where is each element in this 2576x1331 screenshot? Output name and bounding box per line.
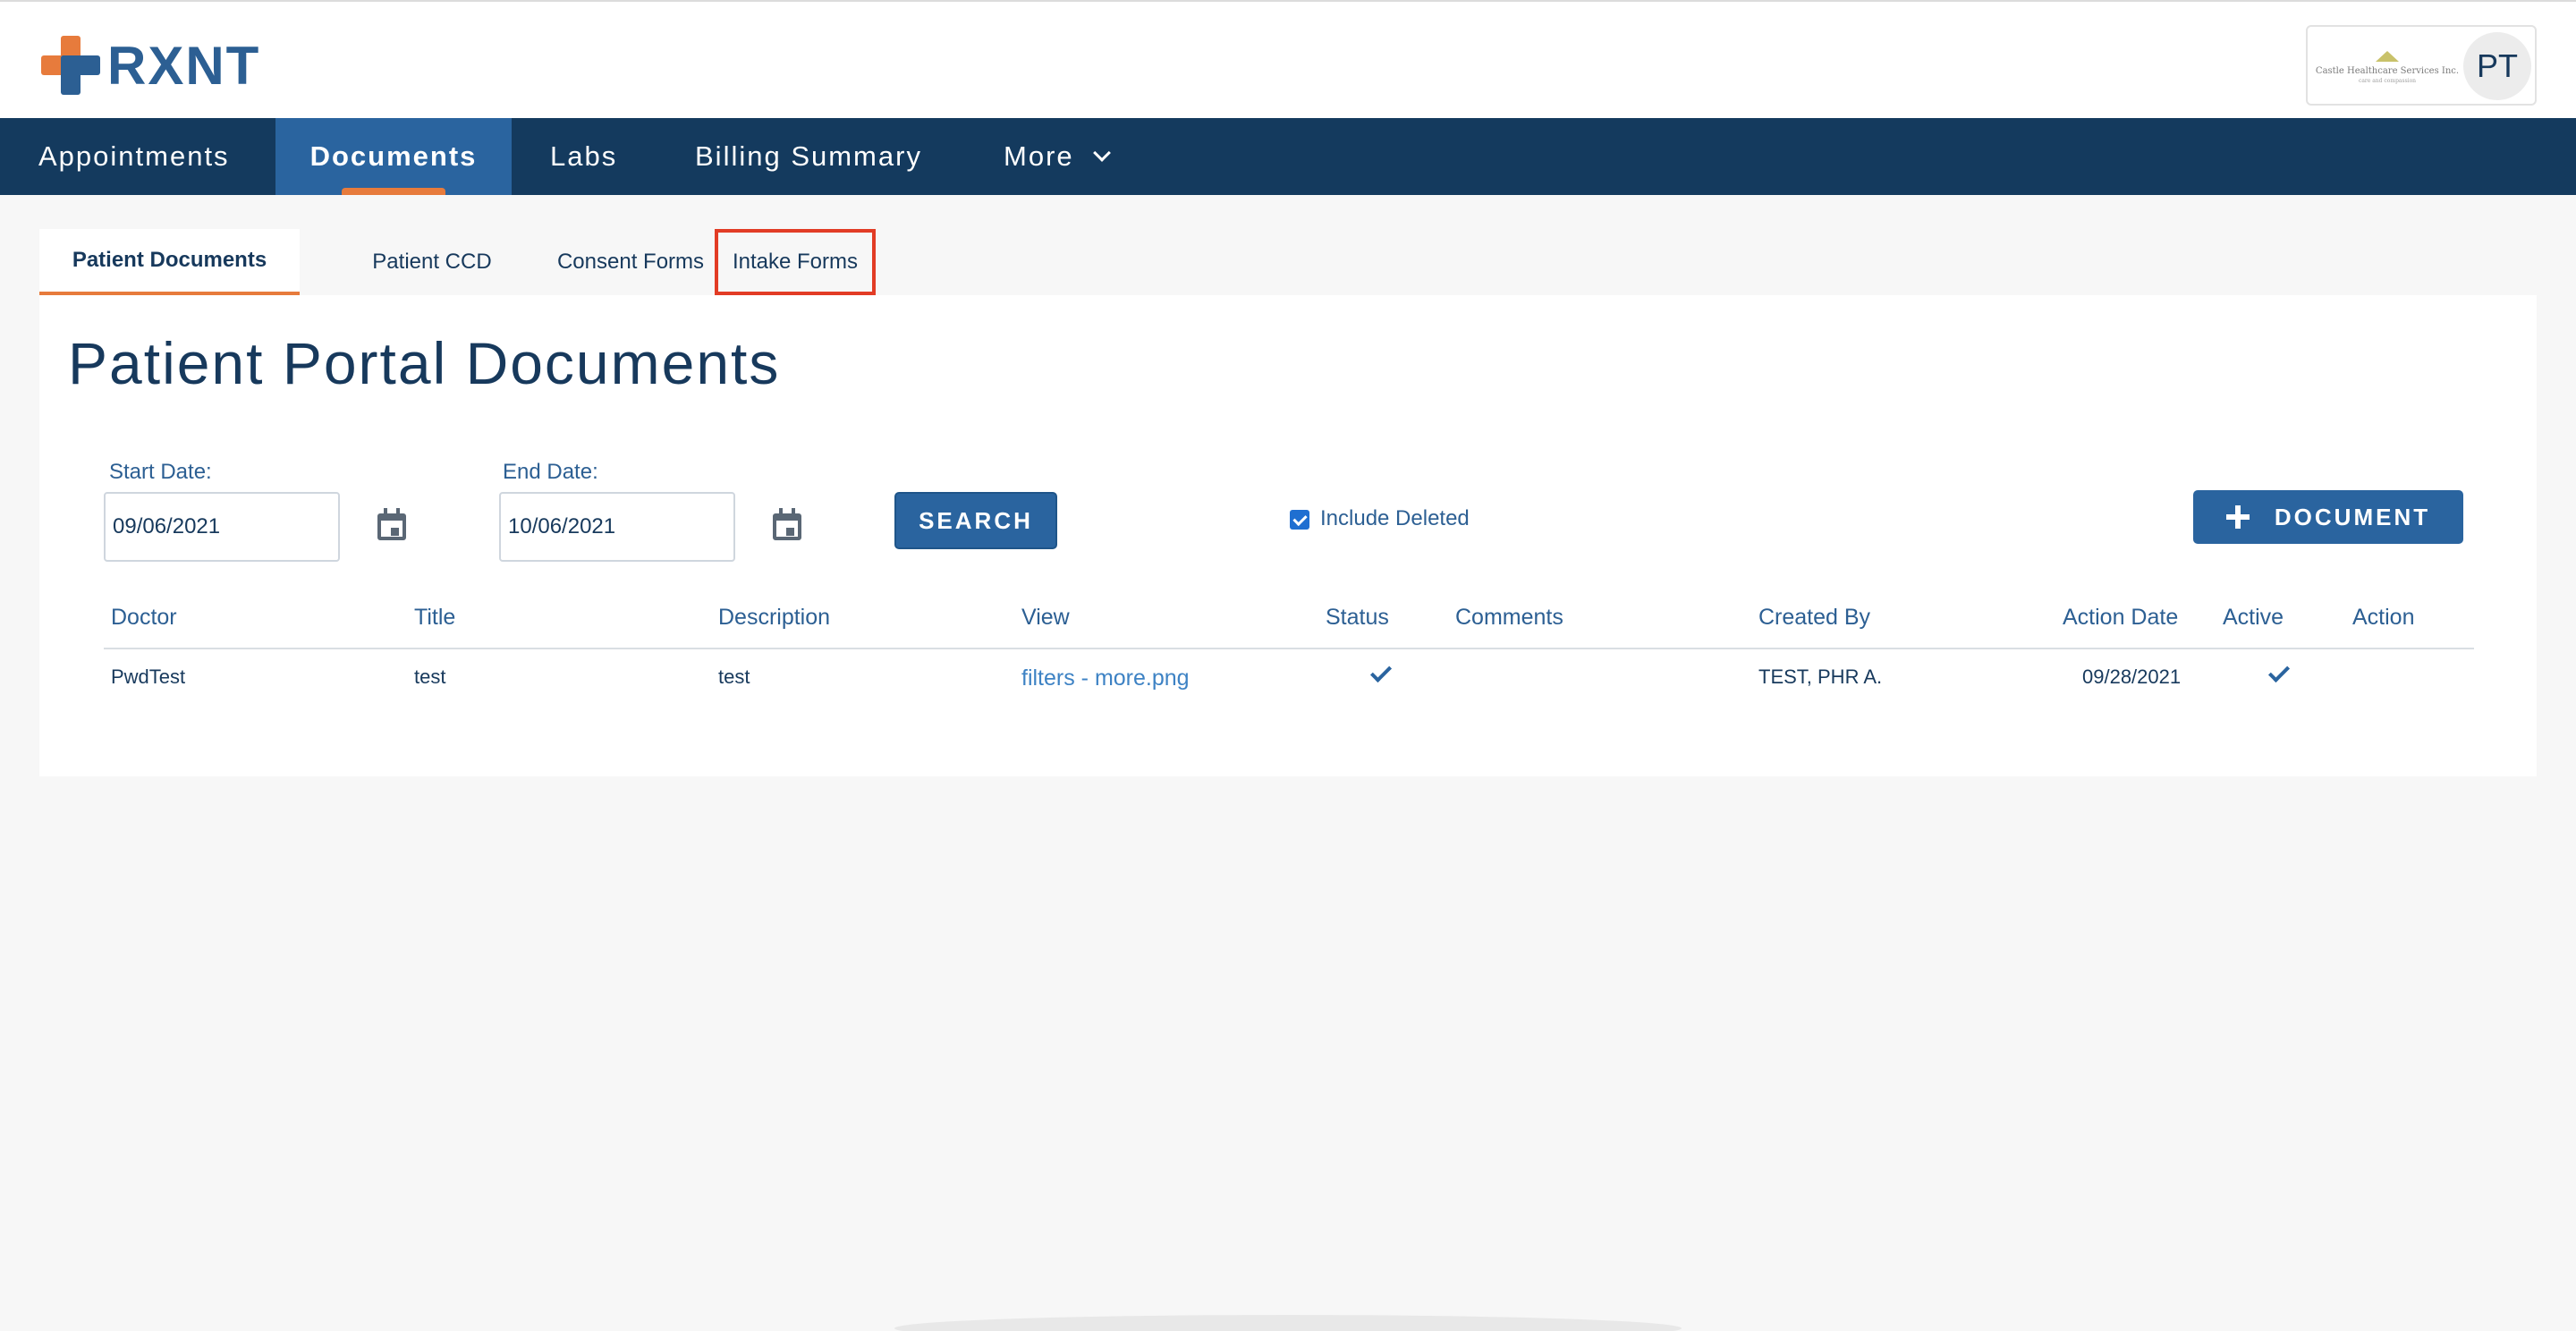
plus-icon [2225, 505, 2250, 529]
active-check-icon [2267, 660, 2291, 683]
column-header-title[interactable]: Title [414, 605, 455, 631]
organization-name: Castle Healthcare Services Inc. [2315, 65, 2460, 76]
nav-item-billing-summary[interactable]: Billing Summary [695, 118, 922, 195]
rxnt-logo[interactable]: RXNT [41, 34, 260, 97]
column-header-action-date[interactable]: Action Date [2063, 605, 2178, 631]
top-bar: RXNT Castle Healthcare Services Inc. car… [0, 0, 2576, 118]
cell-doctor: PwdTest [111, 666, 186, 688]
column-header-comments[interactable]: Comments [1455, 605, 1563, 631]
end-date-input[interactable]: 10/06/2021 [499, 492, 735, 562]
calendar-icon[interactable] [377, 508, 406, 540]
column-header-description[interactable]: Description [718, 605, 830, 631]
nav-item-appointments[interactable]: Appointments [38, 118, 230, 195]
column-header-doctor[interactable]: Doctor [111, 605, 177, 631]
bottom-shadow [894, 1315, 1682, 1331]
nav-item-more[interactable]: More [1004, 118, 1111, 195]
column-header-status[interactable]: Status [1326, 605, 1389, 631]
tab-intake-forms[interactable]: Intake Forms [715, 229, 876, 295]
avatar[interactable]: PT [2463, 32, 2531, 100]
add-document-label: DOCUMENT [2274, 503, 2431, 530]
include-deleted-label[interactable]: Include Deleted [1320, 506, 1470, 531]
rxnt-cross-icon [41, 36, 100, 95]
calendar-icon[interactable] [773, 508, 801, 540]
start-date-input[interactable]: 09/06/2021 [104, 492, 340, 562]
nav-more-label: More [1004, 140, 1074, 172]
column-header-action[interactable]: Action [2352, 605, 2414, 631]
main-nav: Appointments Documents Labs Billing Summ… [0, 118, 2576, 195]
add-document-button[interactable]: DOCUMENT [2193, 490, 2463, 544]
tab-patient-documents[interactable]: Patient Documents [39, 229, 300, 295]
column-header-created-by[interactable]: Created By [1758, 605, 1870, 631]
active-nav-indicator [342, 188, 445, 195]
cell-title: test [414, 666, 446, 688]
cell-action-date: 09/28/2021 [2082, 666, 2182, 688]
column-header-view[interactable]: View [1021, 605, 1070, 631]
organization-logo: Castle Healthcare Services Inc. care and… [2316, 43, 2459, 91]
account-menu[interactable]: Castle Healthcare Services Inc. care and… [2306, 25, 2537, 106]
column-header-active[interactable]: Active [2223, 605, 2284, 631]
logo-text: RXNT [107, 35, 261, 96]
search-button[interactable]: SEARCH [894, 492, 1057, 549]
page-title: Patient Portal Documents [68, 330, 781, 396]
table-header-divider [104, 648, 2474, 649]
include-deleted-checkbox[interactable] [1290, 510, 1309, 530]
end-date-label: End Date: [503, 460, 598, 484]
documents-panel: Patient Portal Documents Start Date: 09/… [39, 295, 2537, 776]
nav-item-documents[interactable]: Documents [275, 118, 512, 195]
organization-tagline: care and compassion [2358, 77, 2417, 84]
status-check-icon [1369, 660, 1393, 683]
cell-created-by: TEST, PHR A. [1758, 666, 1883, 688]
cell-description: test [718, 666, 750, 688]
start-date-label: Start Date: [109, 460, 212, 484]
cell-view-link[interactable]: filters - more.png [1021, 666, 1190, 691]
house-icon [2372, 50, 2402, 64]
chevron-down-icon [1092, 144, 1111, 162]
nav-item-labs[interactable]: Labs [550, 118, 617, 195]
